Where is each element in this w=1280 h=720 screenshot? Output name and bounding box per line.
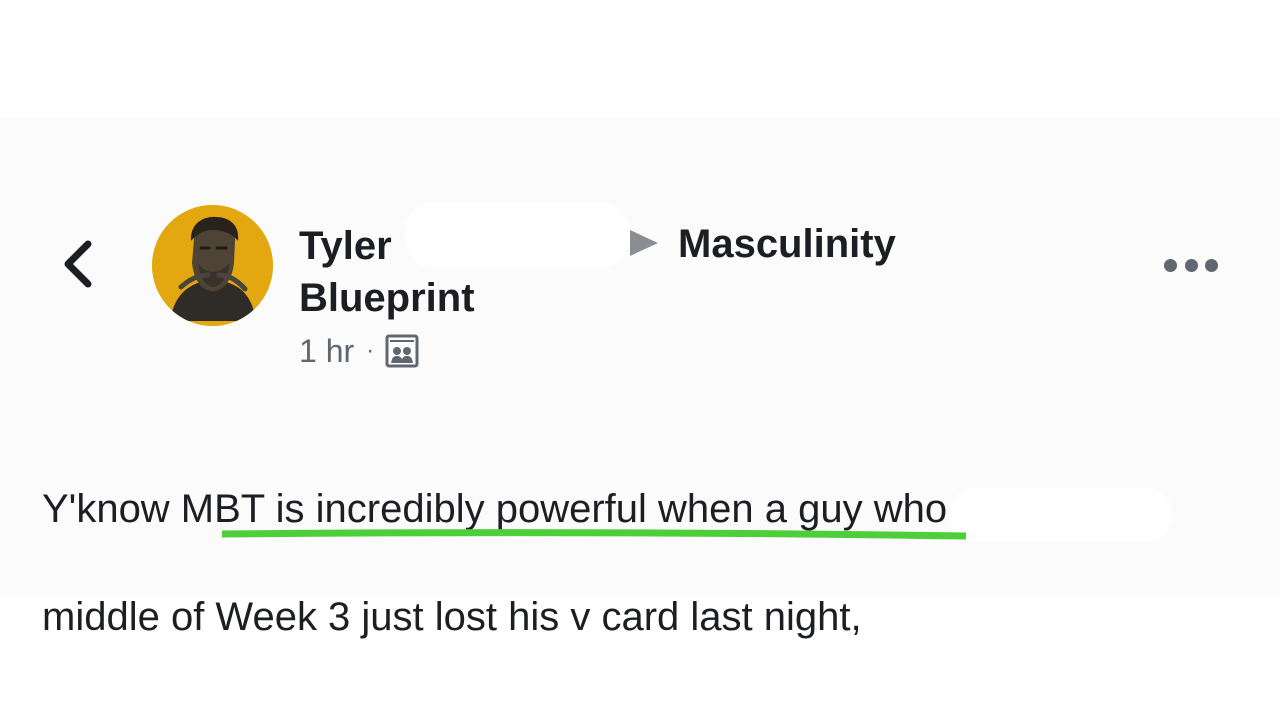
post-metadata: 1 hr · (299, 330, 420, 372)
more-options-icon (1164, 258, 1177, 272)
text-redaction-mask (950, 488, 1172, 542)
post-text-line-2: middle of Week 3 just lost his v card la… (42, 595, 862, 639)
avatar[interactable] (152, 205, 273, 326)
triangle-right-icon (630, 230, 658, 256)
group-audience-icon[interactable] (384, 333, 420, 369)
highlight-underline (222, 529, 966, 540)
chevron-left-icon (64, 240, 92, 288)
name-redaction-mask (405, 202, 630, 268)
post-timestamp[interactable]: 1 hr (299, 333, 354, 370)
more-options-icon-dot-2 (1184, 258, 1198, 272)
more-options-button[interactable] (1160, 250, 1222, 280)
author-last-name: Blueprint (299, 276, 475, 320)
profile-photo (152, 205, 273, 326)
post-screen: Tyler Blueprint Masculinity 1 hr · Y'kno… (0, 0, 1280, 720)
author-first-name: Tyler (299, 224, 392, 268)
more-options-icon-dot-3 (1205, 258, 1218, 272)
back-button[interactable] (48, 232, 108, 296)
post-text-line-1: Y'know MBT is incredibly powerful when a… (42, 487, 1097, 531)
group-name-link[interactable]: Masculinity (678, 218, 896, 270)
metadata-separator: · (366, 337, 375, 364)
